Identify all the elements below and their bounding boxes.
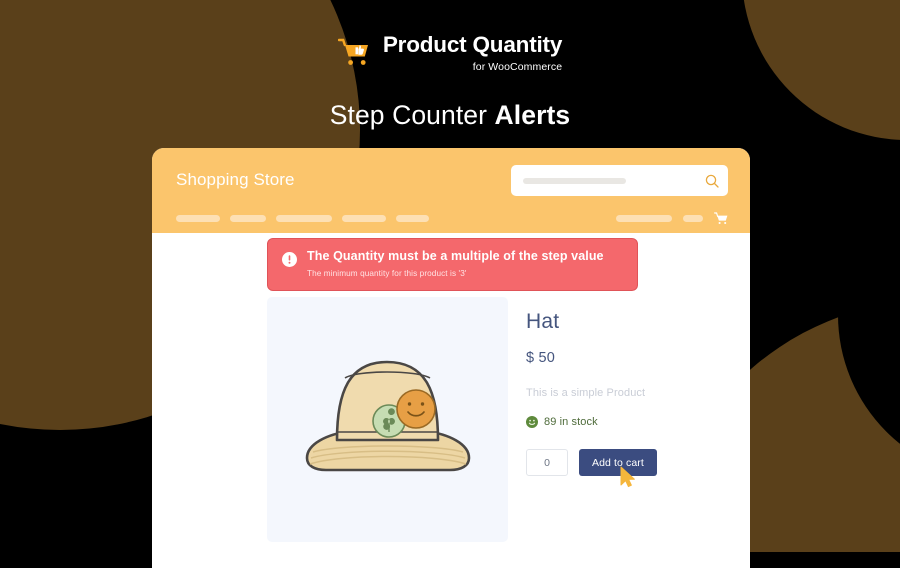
navbar-left-items [176, 214, 439, 222]
product-info: Hat $ 50 This is a simple Product 89 in … [526, 297, 750, 542]
product-image[interactable] [267, 297, 508, 542]
navbar-right-items [616, 211, 728, 225]
nav-item-placeholder[interactable] [176, 214, 220, 222]
brand-header: Product Quantity for WooCommerce Step Co… [0, 0, 900, 131]
nav-item-placeholder[interactable] [683, 214, 703, 222]
nav-item-placeholder[interactable] [396, 214, 429, 222]
store-name: Shopping Store [176, 170, 295, 189]
search-input[interactable] [511, 165, 728, 196]
alert-title: The Quantity must be a multiple of the s… [307, 249, 604, 263]
store-preview-card: Shopping Store The Quantity must be a mu… [152, 148, 750, 568]
search-placeholder-skeleton [523, 177, 626, 184]
nav-item-placeholder[interactable] [276, 214, 332, 222]
logo-text: Product Quantity for WooCommerce [382, 32, 563, 73]
alert-text-block: The Quantity must be a multiple of the s… [307, 249, 604, 278]
page-title: Step Counter Alerts [0, 100, 900, 131]
nav-item-placeholder[interactable] [342, 214, 386, 222]
logo-subtitle: for WooCommerce [472, 60, 563, 73]
quantity-input[interactable] [526, 449, 568, 476]
shopping-cart-icon[interactable] [714, 211, 728, 225]
alert-subtitle: The minimum quantity for this product is… [307, 268, 467, 278]
shopping-cart-thumbsup-icon [337, 38, 372, 68]
page-title-bold: Alerts [494, 100, 571, 130]
search-icon[interactable] [705, 174, 719, 188]
logo-lockup: Product Quantity for WooCommerce [337, 32, 563, 73]
product-description: This is a simple Product [526, 387, 646, 399]
store-header: Shopping Store [152, 148, 750, 233]
nav-item-placeholder[interactable] [230, 214, 266, 222]
stock-text: 89 in stock [544, 416, 598, 428]
page-title-light: Step Counter [329, 100, 495, 130]
logo-title: Product Quantity [382, 32, 563, 57]
stock-status: 89 in stock [526, 416, 750, 428]
step-alert-banner: The Quantity must be a multiple of the s… [267, 238, 638, 291]
product-detail: Hat $ 50 This is a simple Product 89 in … [267, 297, 750, 542]
nav-item-placeholder[interactable] [616, 214, 672, 222]
product-title: Hat [526, 310, 560, 333]
store-navbar [152, 203, 750, 233]
exclamation-circle-icon [282, 250, 297, 272]
green-smiley-icon [526, 416, 538, 428]
add-to-cart-button[interactable]: Add to cart [579, 449, 657, 476]
purchase-controls: Add to cart [526, 449, 750, 488]
product-price: $ 50 [526, 350, 556, 366]
